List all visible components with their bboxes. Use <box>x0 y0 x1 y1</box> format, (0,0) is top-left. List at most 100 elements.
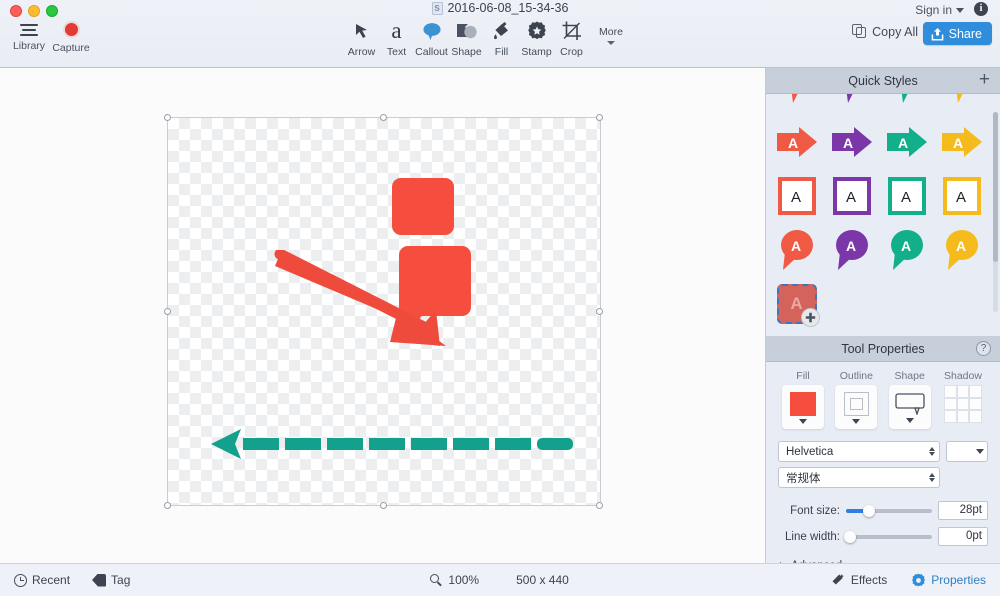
style-item[interactable] <box>879 94 934 114</box>
handle-bottom-center[interactable] <box>380 502 387 509</box>
selection-handles <box>164 114 603 509</box>
font-size-slider-knob[interactable] <box>863 504 876 517</box>
tool-shape[interactable]: Shape <box>449 18 484 58</box>
chevron-down-icon <box>976 449 984 454</box>
tool-callout[interactable]: Callout <box>414 18 449 58</box>
document-icon: S <box>431 1 443 15</box>
style-item[interactable]: A <box>934 224 989 276</box>
font-style-select[interactable]: 常规体 <box>778 467 940 488</box>
tag-button[interactable]: Tag <box>92 573 130 587</box>
tag-icon <box>92 573 107 587</box>
copy-all-label: Copy All <box>872 24 918 39</box>
tool-attribute-row: Fill Outline Shape Shadow <box>778 370 988 429</box>
image-size-control[interactable]: 500 x 440 <box>516 573 580 587</box>
style-item[interactable] <box>824 94 879 114</box>
more-tools-button[interactable]: More <box>589 18 633 45</box>
style-item[interactable]: A <box>879 224 934 276</box>
recent-button[interactable]: Recent <box>14 573 70 587</box>
line-width-row: Line width: 0pt <box>778 527 988 546</box>
library-button[interactable]: Library <box>8 22 50 54</box>
effects-button[interactable]: Effects <box>831 573 887 588</box>
quick-styles-scrollbar-thumb[interactable] <box>993 112 998 262</box>
tool-arrow[interactable]: Arrow <box>344 18 379 58</box>
fill-attribute[interactable]: Fill <box>780 370 826 429</box>
style-item-selected[interactable]: A <box>769 278 824 330</box>
shadow-attribute[interactable]: Shadow <box>940 370 986 429</box>
properties-label: Properties <box>931 573 986 587</box>
magic-wand-icon <box>832 573 844 585</box>
style-item[interactable]: A <box>824 116 879 168</box>
shape-attribute[interactable]: Shape <box>887 370 933 429</box>
style-item[interactable]: A <box>879 116 934 168</box>
add-style-button[interactable]: + <box>979 70 990 90</box>
tool-stamp[interactable]: Stamp <box>519 18 554 58</box>
tool-crop-label: Crop <box>560 46 583 58</box>
stepper-icon[interactable] <box>929 473 935 482</box>
quick-styles-list[interactable]: A A A A A A A A A A A A A <box>766 94 1000 336</box>
handle-middle-right[interactable] <box>596 308 603 315</box>
selected-style-swatch[interactable]: A <box>776 284 820 327</box>
handle-middle-left[interactable] <box>164 308 171 315</box>
outline-swatch-button[interactable] <box>835 385 878 429</box>
font-size-row: Font size: 28pt <box>778 501 988 520</box>
outline-attribute[interactable]: Outline <box>833 370 879 429</box>
line-width-slider-knob[interactable] <box>844 530 857 543</box>
properties-button[interactable]: Properties <box>911 573 986 588</box>
tool-arrow-label: Arrow <box>347 46 376 58</box>
search-icon <box>430 573 443 587</box>
hamburger-icon <box>20 22 38 36</box>
style-item[interactable]: A <box>879 170 934 222</box>
style-item[interactable]: A <box>934 170 989 222</box>
style-item[interactable]: A <box>934 116 989 168</box>
text-color-select[interactable] <box>946 441 988 462</box>
handle-top-center[interactable] <box>380 114 387 121</box>
handle-top-right[interactable] <box>596 114 603 121</box>
style-item[interactable] <box>769 94 824 114</box>
zoom-control[interactable]: 100% <box>430 573 490 587</box>
copy-all-button[interactable]: Copy All <box>852 24 918 39</box>
tool-crop[interactable]: Crop <box>554 18 589 58</box>
help-icon[interactable]: ? <box>976 341 991 356</box>
font-size-slider[interactable] <box>846 504 932 517</box>
chevron-down-icon <box>852 419 861 424</box>
style-item[interactable]: A <box>824 224 879 276</box>
svg-text:A: A <box>843 135 853 151</box>
tool-fill[interactable]: Fill <box>484 18 519 58</box>
tool-text[interactable]: a Text <box>379 18 414 58</box>
info-icon[interactable]: i <box>974 2 988 16</box>
stepper-icon[interactable] <box>929 447 935 456</box>
style-item[interactable]: A <box>769 224 824 276</box>
handle-bottom-left[interactable] <box>164 502 171 509</box>
svg-text:A: A <box>956 238 966 254</box>
share-button[interactable]: Share <box>922 22 992 45</box>
image-size-label: 500 x 440 <box>516 573 569 587</box>
capture-button[interactable]: Capture <box>50 21 92 54</box>
line-width-slider[interactable] <box>844 530 932 543</box>
handle-bottom-right[interactable] <box>596 502 603 509</box>
font-family-select[interactable]: Helvetica <box>778 441 940 462</box>
svg-text:A: A <box>901 189 911 206</box>
font-style-row: 常规体 <box>778 467 988 488</box>
more-label: More <box>599 26 623 38</box>
line-width-label: Line width: <box>785 530 840 543</box>
recent-label: Recent <box>32 573 71 587</box>
line-width-value[interactable]: 0pt <box>938 527 988 546</box>
style-item[interactable]: A <box>769 116 824 168</box>
canvas-area[interactable] <box>0 68 765 563</box>
shadow-grid-icon[interactable] <box>943 385 982 423</box>
quick-styles-grid: A A A A A A A A A A A A A <box>766 94 988 330</box>
style-item[interactable]: A <box>769 170 824 222</box>
style-item[interactable]: A <box>824 170 879 222</box>
handle-top-left[interactable] <box>164 114 171 121</box>
shape-swatch-button[interactable] <box>888 385 931 429</box>
svg-text:A: A <box>846 238 856 254</box>
sign-in-button[interactable]: Sign in <box>915 3 964 17</box>
style-item[interactable] <box>934 94 989 114</box>
fill-swatch-button[interactable] <box>782 385 824 429</box>
font-family-value: Helvetica <box>786 445 834 458</box>
chevron-down-icon <box>607 41 615 45</box>
outline-swatch-icon <box>843 392 869 416</box>
font-size-value[interactable]: 28pt <box>938 501 988 520</box>
chevron-down-icon <box>799 419 807 424</box>
plus-icon[interactable] <box>800 308 820 327</box>
